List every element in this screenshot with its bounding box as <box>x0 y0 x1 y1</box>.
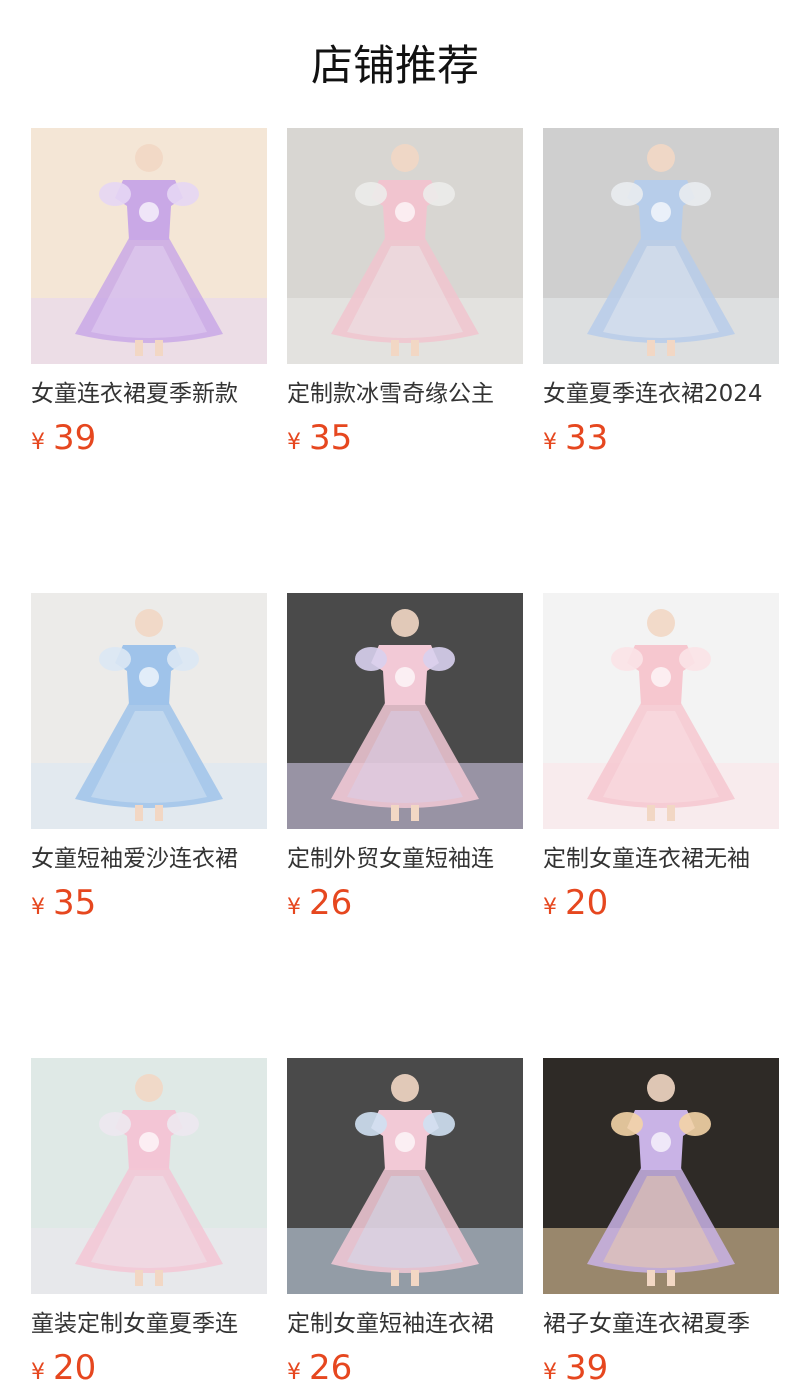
product-image[interactable] <box>543 593 779 829</box>
product-card[interactable]: 女童短袖爱沙连衣裙 ¥ 35 <box>31 593 267 925</box>
product-image[interactable] <box>287 128 523 364</box>
dress-photo-illustration <box>287 1058 523 1294</box>
product-card[interactable]: 童装定制女童夏季连 ¥ 20 <box>31 1058 267 1390</box>
currency-symbol: ¥ <box>287 895 301 920</box>
product-name[interactable]: 童装定制女童夏季连 <box>31 1308 267 1340</box>
product-card[interactable]: 裙子女童连衣裙夏季 ¥ 39 <box>543 1058 779 1390</box>
product-price: 39 <box>565 1348 609 1388</box>
product-image[interactable] <box>31 128 267 364</box>
dress-photo-illustration <box>31 1058 267 1294</box>
dress-photo-illustration <box>543 1058 779 1294</box>
dress-photo-illustration <box>31 593 267 829</box>
dress-photo-illustration <box>543 128 779 364</box>
product-card[interactable]: 定制外贸女童短袖连 ¥ 26 <box>287 593 523 925</box>
product-price: 35 <box>309 418 353 458</box>
price-row: ¥ 39 <box>543 1348 779 1390</box>
product-grid: 女童连衣裙夏季新款 ¥ 39 定制款冰雪奇缘公主 ¥ 35 女童夏季连衣裙202… <box>31 128 779 1390</box>
currency-symbol: ¥ <box>31 895 45 920</box>
product-card[interactable]: 定制女童连衣裙无袖 ¥ 20 <box>543 593 779 925</box>
product-name[interactable]: 女童连衣裙夏季新款 <box>31 378 267 410</box>
product-price: 20 <box>565 883 609 923</box>
product-image[interactable] <box>543 1058 779 1294</box>
price-row: ¥ 33 <box>543 418 779 460</box>
price-row: ¥ 26 <box>287 883 523 925</box>
currency-symbol: ¥ <box>543 1360 557 1385</box>
price-row: ¥ 26 <box>287 1348 523 1390</box>
product-name[interactable]: 定制女童短袖连衣裙 <box>287 1308 523 1340</box>
product-name[interactable]: 女童夏季连衣裙2024 <box>543 378 779 410</box>
product-name[interactable]: 裙子女童连衣裙夏季 <box>543 1308 779 1340</box>
dress-photo-illustration <box>31 128 267 364</box>
product-price: 20 <box>53 1348 97 1388</box>
currency-symbol: ¥ <box>31 1360 45 1385</box>
product-card[interactable]: 定制女童短袖连衣裙 ¥ 26 <box>287 1058 523 1390</box>
product-image[interactable] <box>287 1058 523 1294</box>
price-row: ¥ 20 <box>31 1348 267 1390</box>
product-card[interactable]: 女童夏季连衣裙2024 ¥ 33 <box>543 128 779 460</box>
currency-symbol: ¥ <box>31 430 45 455</box>
product-price: 26 <box>309 1348 353 1388</box>
currency-symbol: ¥ <box>543 430 557 455</box>
price-row: ¥ 20 <box>543 883 779 925</box>
currency-symbol: ¥ <box>287 1360 301 1385</box>
product-name[interactable]: 定制女童连衣裙无袖 <box>543 843 779 875</box>
dress-photo-illustration <box>287 128 523 364</box>
dress-photo-illustration <box>287 593 523 829</box>
currency-symbol: ¥ <box>287 430 301 455</box>
section-title: 店铺推荐 <box>310 41 479 90</box>
product-price: 35 <box>53 883 97 923</box>
currency-symbol: ¥ <box>543 895 557 920</box>
product-image[interactable] <box>543 128 779 364</box>
product-image[interactable] <box>31 1058 267 1294</box>
product-image[interactable] <box>287 593 523 829</box>
price-row: ¥ 35 <box>31 883 267 925</box>
price-row: ¥ 39 <box>31 418 267 460</box>
price-row: ¥ 35 <box>287 418 523 460</box>
product-price: 33 <box>565 418 609 458</box>
product-card[interactable]: 女童连衣裙夏季新款 ¥ 39 <box>31 128 267 460</box>
product-card[interactable]: 定制款冰雪奇缘公主 ¥ 35 <box>287 128 523 460</box>
product-name[interactable]: 女童短袖爱沙连衣裙 <box>31 843 267 875</box>
product-name[interactable]: 定制外贸女童短袖连 <box>287 843 523 875</box>
product-name[interactable]: 定制款冰雪奇缘公主 <box>287 378 523 410</box>
dress-photo-illustration <box>543 593 779 829</box>
product-image[interactable] <box>31 593 267 829</box>
product-price: 39 <box>53 418 97 458</box>
product-price: 26 <box>309 883 353 923</box>
